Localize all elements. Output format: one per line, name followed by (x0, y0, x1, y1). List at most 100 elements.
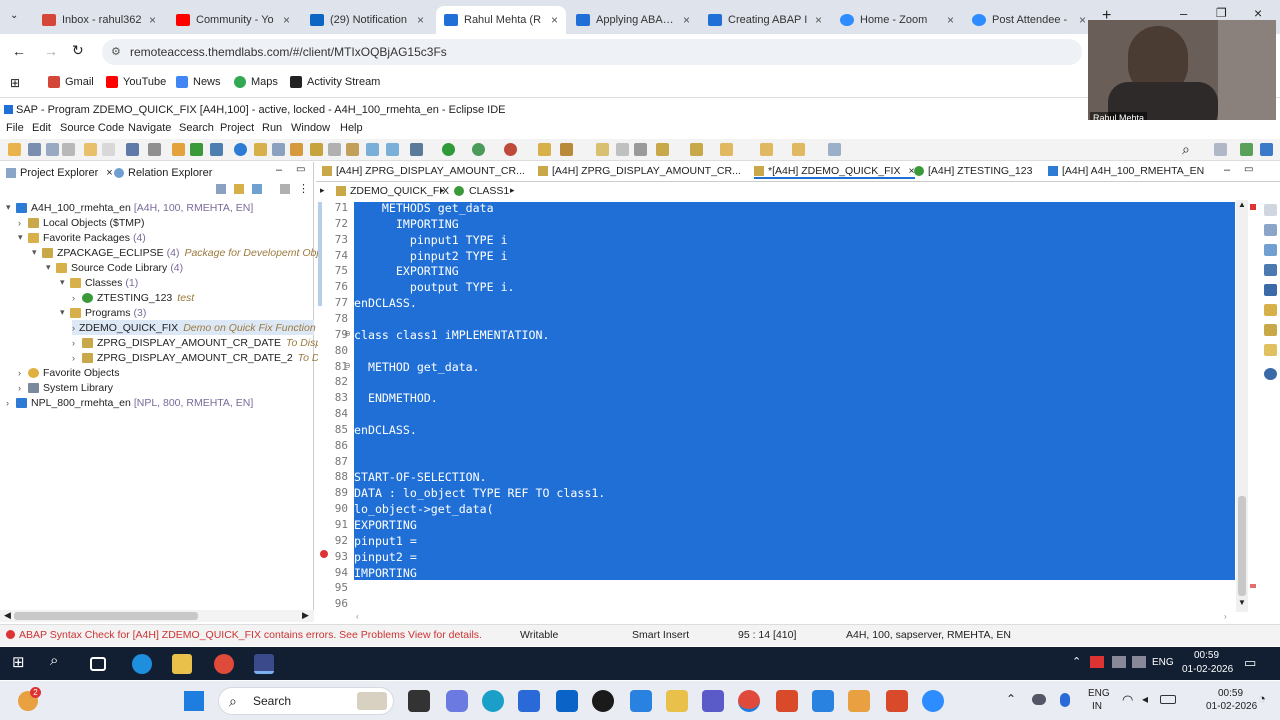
chevron-right-icon[interactable]: › (72, 338, 82, 348)
tree-item-system-library[interactable]: › System Library (18, 380, 113, 395)
remote-desktop-icon[interactable] (776, 690, 798, 712)
close-icon[interactable]: × (1079, 13, 1086, 27)
chevron-down-icon[interactable]: ▾ (60, 307, 70, 318)
tree-item-zprg-display-amount[interactable]: › ZPRG_DISPLAY_AMOUNT_CR_DATE To Display (72, 335, 335, 350)
menu-help[interactable]: Help (340, 122, 363, 134)
internet-explorer-icon[interactable] (132, 654, 152, 674)
menu-edit[interactable]: Edit (32, 122, 51, 134)
zoom-app-icon[interactable] (922, 690, 944, 712)
tab-project-explorer[interactable]: Project Explorer × (6, 164, 113, 182)
minimize-icon[interactable]: – (1180, 6, 1187, 21)
chevron-down-icon[interactable]: ▾ (60, 277, 70, 288)
tree-item-zprg-display-amount-2[interactable]: › ZPRG_DISPLAY_AMOUNT_CR_DATE_2To Displa (72, 350, 341, 365)
perspective-open-icon[interactable] (1214, 143, 1227, 156)
minimize-editor-icon[interactable]: – (1224, 164, 1230, 176)
back-nav-icon[interactable] (760, 143, 773, 156)
breadcrumb-class[interactable]: CLASS1 (469, 185, 509, 197)
bookmark-gmail[interactable]: Gmail (48, 76, 94, 88)
scroll-left-icon[interactable]: ◀ (4, 610, 11, 621)
code-line[interactable]: pinput1 = (354, 534, 417, 548)
tree-item-local-objects[interactable]: › Local Objects ($TMP) (18, 215, 145, 230)
print-icon[interactable] (62, 143, 75, 156)
editor-tab-ztesting-123[interactable]: [A4H] ZTESTING_123 (914, 165, 1032, 177)
chrome-icon[interactable] (214, 654, 234, 674)
local-language[interactable]: ENG (1088, 688, 1110, 699)
reload-icon[interactable]: ↻ (72, 42, 84, 59)
feed-reader-icon[interactable] (1264, 284, 1277, 296)
edge-icon[interactable] (482, 690, 504, 712)
remote-time[interactable]: 00:59 (1194, 650, 1219, 661)
toggle-mark-icon[interactable] (616, 143, 629, 156)
view-menu-icon[interactable] (280, 184, 290, 194)
more-icon[interactable]: ⋮ (298, 182, 309, 195)
close-icon[interactable]: × (947, 13, 954, 27)
quick-fix-icon[interactable] (386, 143, 399, 156)
code-line[interactable]: lo_object->get_data( (354, 502, 494, 516)
tasks-icon[interactable] (1264, 344, 1277, 356)
code-line[interactable]: IMPORTING (354, 566, 417, 580)
local-region[interactable]: IN (1092, 701, 1102, 712)
chevron-down-icon[interactable]: ▾ (46, 262, 56, 273)
code-line[interactable]: DATA : lo_object TYPE REF TO class1. (354, 486, 605, 500)
files-icon[interactable] (630, 690, 652, 712)
store-icon[interactable] (518, 690, 540, 712)
tree-item-favorite-packages[interactable]: ▾ Favorite Packages (4) (18, 230, 146, 245)
editor-tab-zprg-1[interactable]: [A4H] ZPRG_DISPLAY_AMOUNT_CR... (322, 165, 525, 177)
external-window-icon[interactable] (828, 143, 841, 156)
editor-horizontal-scrollbar[interactable]: ‹ › (354, 612, 1236, 622)
code-line[interactable]: START-OF-SELECTION. (354, 470, 487, 484)
forward-nav-icon[interactable] (792, 143, 805, 156)
tray-chevron-icon[interactable]: ⌃ (1006, 692, 1016, 706)
scroll-thumb[interactable] (1238, 496, 1246, 596)
error-marker-icon[interactable] (320, 550, 328, 558)
url-input[interactable]: ⚙ remoteaccess.themdlabs.com/#/client/MT… (102, 39, 1082, 65)
maximize-editor-icon[interactable]: ▭ (1244, 164, 1253, 175)
maximize-panel-icon[interactable]: ▭ (296, 164, 305, 175)
show-whitespace-icon[interactable] (634, 143, 647, 156)
save-all-icon[interactable] (46, 143, 59, 156)
network-icon[interactable] (1090, 656, 1104, 668)
chevron-right-icon[interactable]: › (72, 293, 82, 303)
run-icon[interactable] (442, 143, 455, 156)
annotation-icon[interactable] (596, 143, 609, 156)
bookmark-youtube[interactable]: YouTube (106, 76, 166, 88)
tree-item-programs[interactable]: ▾ Programs (3) (60, 305, 146, 320)
menu-project[interactable]: Project (220, 122, 254, 134)
outline-icon[interactable] (1264, 204, 1277, 216)
code-line[interactable]: poutput TYPE i. (354, 280, 515, 294)
back-icon[interactable]: ← (12, 43, 26, 59)
code-line[interactable]: enDCLASS. (354, 296, 417, 310)
restore-icon[interactable]: ❐ (1216, 6, 1227, 20)
remote-date[interactable]: 01-02-2026 (1182, 664, 1233, 675)
info-icon[interactable] (1264, 368, 1277, 380)
abap-tool-3-icon[interactable] (290, 143, 303, 156)
perspective-abap-icon[interactable] (1240, 143, 1253, 156)
tab-list-chevron-icon[interactable]: ⌄ (10, 10, 18, 21)
undo-icon[interactable] (84, 143, 97, 156)
browser-tab-zoom-home[interactable]: Home - Zoom × (832, 6, 962, 34)
status-cursor-position[interactable]: 95 : 14 [410] (738, 629, 796, 641)
code-line[interactable]: METHODS get_data (354, 201, 494, 215)
battery-icon[interactable] (1132, 656, 1146, 668)
fold-marker-icon[interactable]: ⊖ (344, 329, 351, 338)
link-editor-icon[interactable] (366, 143, 379, 156)
onedrive-icon[interactable] (1032, 694, 1046, 705)
abap-tool-4-icon[interactable] (328, 143, 341, 156)
close-icon[interactable]: × (551, 13, 558, 27)
desktop-icon[interactable] (408, 690, 430, 712)
save-icon[interactable] (28, 143, 41, 156)
browser-tab-applying-abap[interactable]: Applying ABAP C × (568, 6, 698, 34)
tree-item-classes[interactable]: ▾ Classes (1) (60, 275, 138, 290)
close-icon[interactable]: × (283, 13, 290, 27)
tray-chevron-icon[interactable]: ⌃ (1072, 655, 1081, 668)
code-line[interactable]: IMPORTING (354, 217, 459, 231)
menu-navigate[interactable]: Navigate (128, 122, 171, 134)
menu-run[interactable]: Run (262, 122, 282, 134)
code-line[interactable]: pinput1 TYPE i (354, 233, 508, 247)
code-line[interactable]: poutput = ). (354, 581, 445, 595)
activate-icon[interactable] (190, 143, 203, 156)
windows-start-icon[interactable]: ⊞ (12, 653, 32, 673)
templates-icon[interactable] (1264, 264, 1277, 276)
menu-source-code[interactable]: Source Code (60, 122, 124, 134)
bookmark-news[interactable]: News (176, 76, 221, 88)
